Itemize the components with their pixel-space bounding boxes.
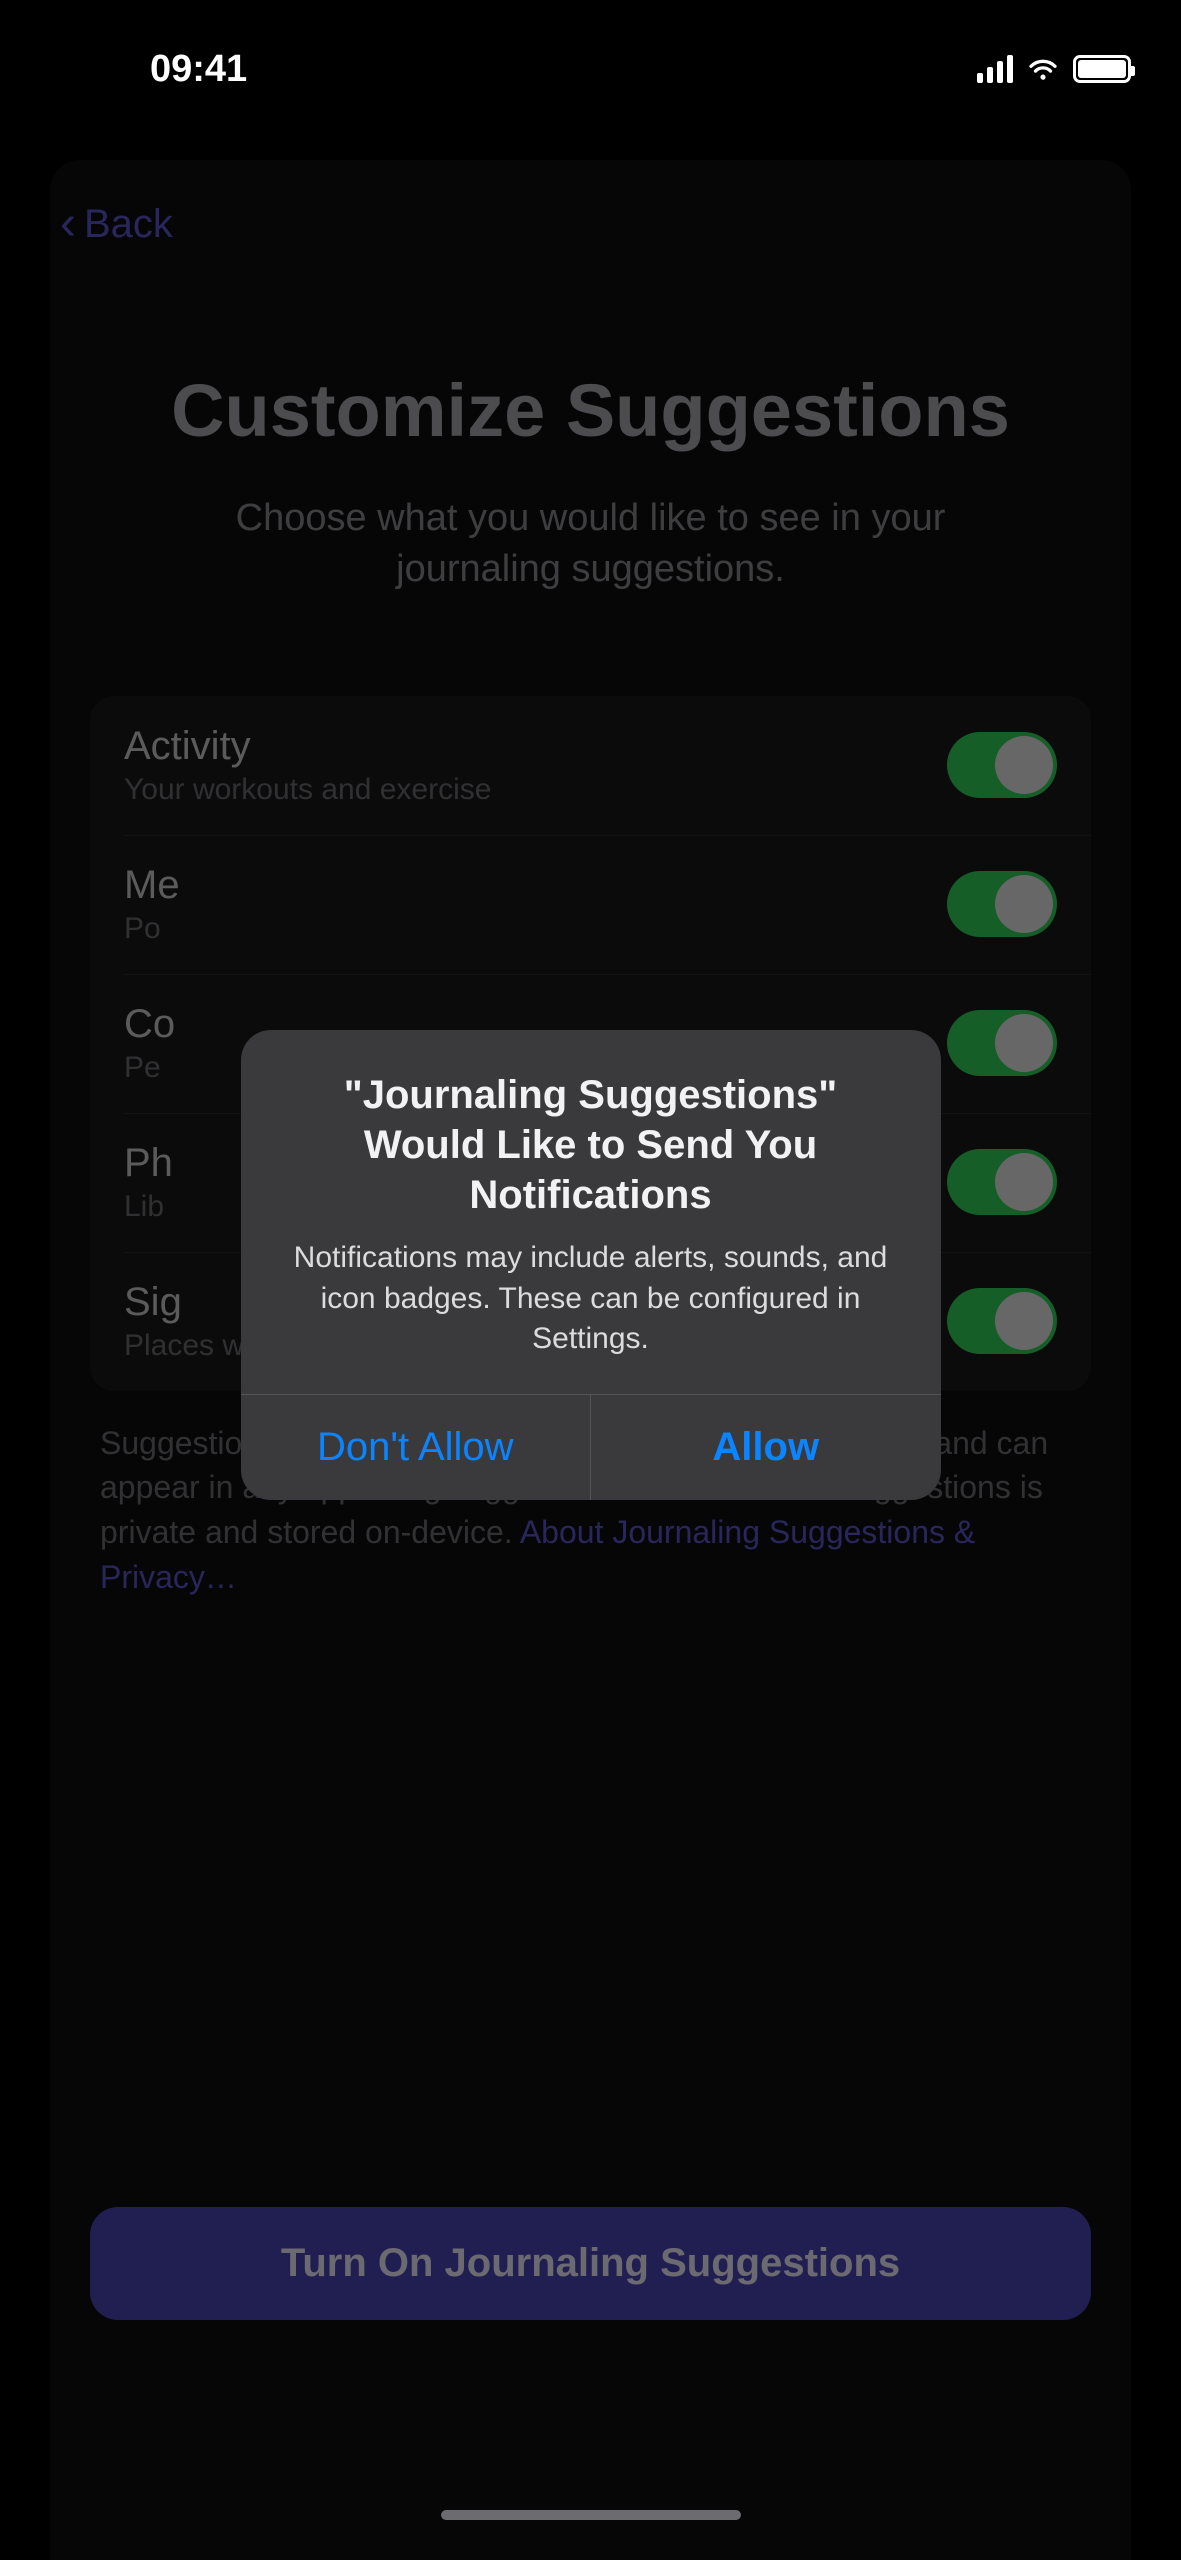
alert-message: Notifications may include alerts, sounds…: [281, 1238, 901, 1360]
notifications-permission-alert: "Journaling Suggestions" Would Like to S…: [241, 1030, 941, 1500]
battery-icon: [1073, 55, 1131, 83]
allow-button[interactable]: Allow: [590, 1395, 941, 1500]
home-indicator[interactable]: [441, 2510, 741, 2520]
alert-title: "Journaling Suggestions" Would Like to S…: [281, 1070, 901, 1220]
dont-allow-button[interactable]: Don't Allow: [241, 1395, 591, 1500]
status-time: 09:41: [150, 48, 247, 91]
cellular-icon: [977, 55, 1013, 83]
status-bar: 09:41: [0, 0, 1181, 110]
wifi-icon: [1025, 49, 1061, 90]
status-indicators: [977, 49, 1131, 90]
